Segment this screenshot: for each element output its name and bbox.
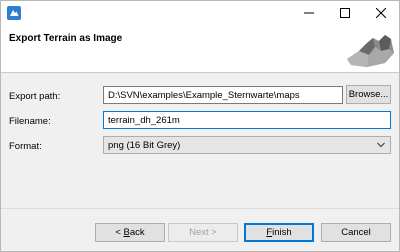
- page-title: Export Terrain as Image: [9, 33, 123, 44]
- format-selected-value: png (16 Bit Grey): [108, 140, 181, 151]
- format-select[interactable]: png (16 Bit Grey): [103, 136, 391, 154]
- finish-button[interactable]: Finish: [244, 223, 314, 242]
- maximize-button[interactable]: [327, 1, 363, 25]
- chevron-down-icon: [377, 142, 385, 148]
- filename-label: Filename:: [9, 116, 51, 127]
- back-button-prefix: <: [115, 227, 124, 238]
- back-button-rest: ack: [129, 227, 145, 238]
- back-button[interactable]: < Back: [95, 223, 165, 242]
- browse-button[interactable]: Browse...: [346, 85, 391, 104]
- export-terrain-dialog: Export Terrain as Image Export path: D:\…: [0, 0, 400, 252]
- finish-button-rest: inish: [272, 227, 292, 238]
- close-button[interactable]: [363, 1, 399, 25]
- footer-divider: [1, 208, 399, 209]
- app-icon: [7, 6, 21, 20]
- filename-field[interactable]: terrain_dh_261m: [103, 111, 391, 129]
- export-path-label: Export path:: [9, 91, 61, 102]
- export-path-field[interactable]: D:\SVN\examples\Example_Sternwarte\maps: [103, 86, 343, 104]
- terrain-preview-icon: [347, 35, 394, 67]
- title-bar: [1, 1, 399, 25]
- minimize-button[interactable]: [291, 1, 327, 25]
- cancel-button[interactable]: Cancel: [321, 223, 391, 242]
- next-button[interactable]: Next >: [168, 223, 238, 242]
- format-label: Format:: [9, 141, 42, 152]
- wizard-header: Export Terrain as Image: [1, 25, 399, 73]
